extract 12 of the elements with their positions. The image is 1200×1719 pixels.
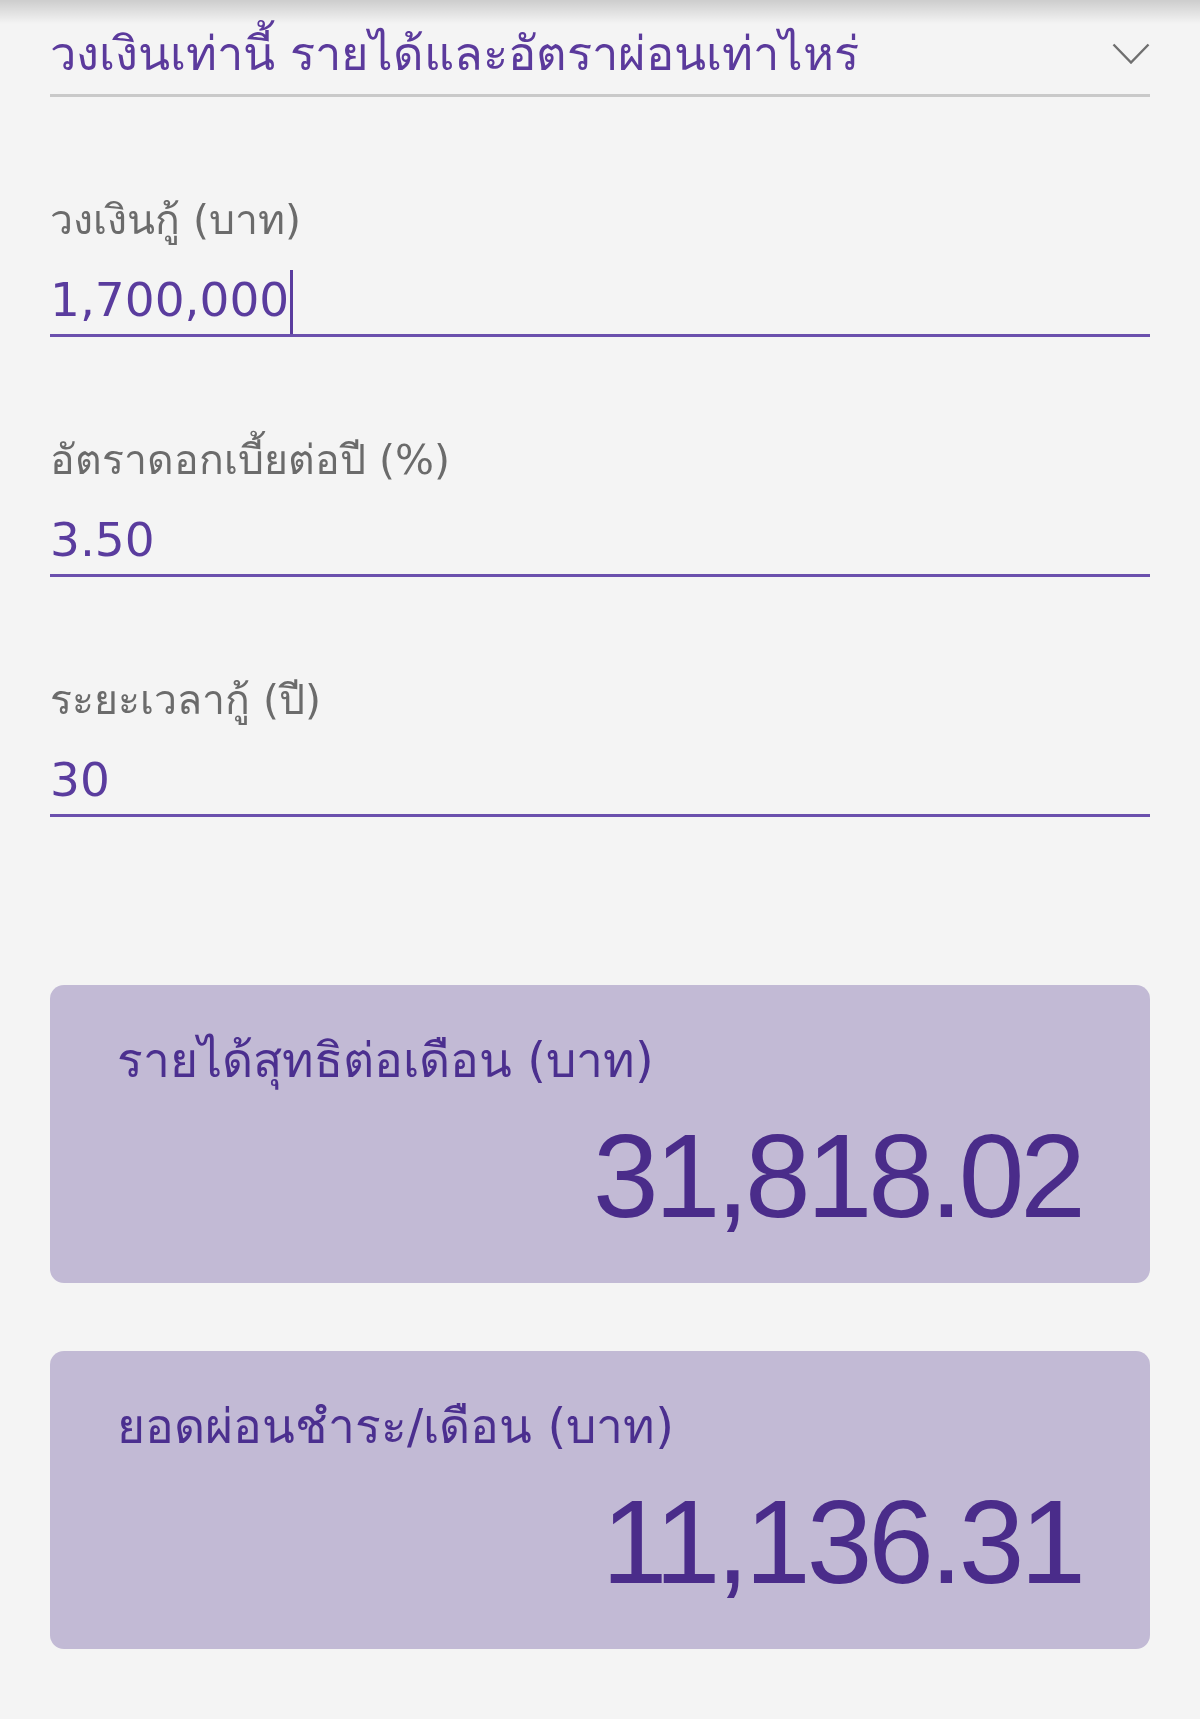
input-field[interactable]: 30	[50, 744, 1150, 817]
input-field[interactable]: 1,700,000	[50, 264, 1150, 337]
field-label: ระยะเวลากู้ (ปี)	[50, 675, 323, 727]
field-label: อัตราดอกเบี้ยต่อปี (%)	[50, 431, 1150, 489]
chevron-down-icon[interactable]	[1112, 43, 1150, 65]
result-label: ยอดผ่อนชำระ/เดือน (บาท)	[117, 1397, 675, 1456]
field-label: วงเงินกู้ (บาท)	[50, 195, 303, 247]
input-field[interactable]: 3.50	[50, 504, 1150, 577]
result-value: 31,818.02	[592, 1111, 1082, 1241]
result-value: 11,136.31	[600, 1477, 1082, 1607]
result-label: รายได้สุทธิต่อเดือน (บาท)	[117, 1031, 655, 1092]
section-title: วงเงินเท่านี้ รายได้และอัตราผ่อนเท่าไหร่	[50, 22, 859, 86]
